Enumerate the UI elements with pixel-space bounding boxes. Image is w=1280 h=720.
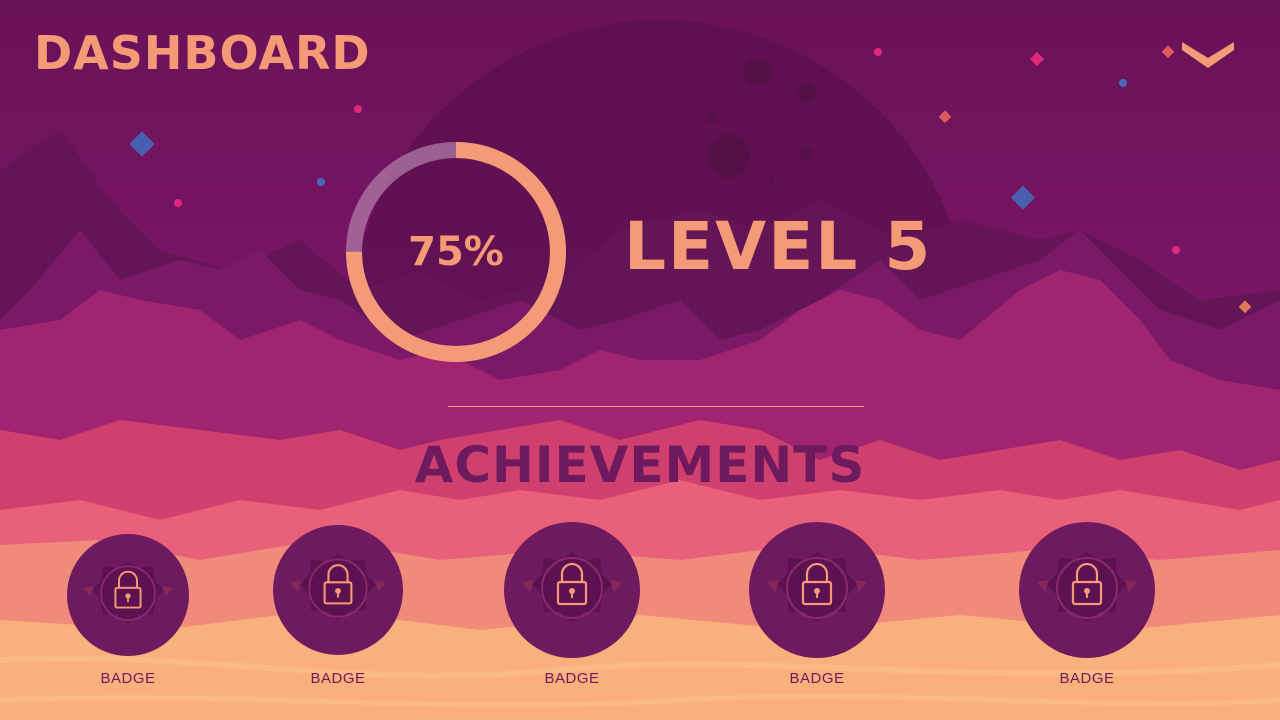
badge-label: BADGE xyxy=(100,670,156,687)
progress-percent: 75% xyxy=(408,229,504,275)
achievement-badge[interactable] xyxy=(1019,522,1155,658)
achievement-badge[interactable] xyxy=(273,525,403,655)
achievement-badge[interactable] xyxy=(67,534,189,656)
level-progress-ring: 75% xyxy=(340,136,572,368)
badge-label: BADGE xyxy=(310,670,366,687)
achievements-title: ACHIEVEMENTS xyxy=(414,436,866,494)
badge-label: BADGE xyxy=(789,670,845,687)
badge-label: BADGE xyxy=(544,670,600,687)
level-label: LEVEL 5 xyxy=(624,208,933,285)
page-title: DASHBOARD xyxy=(34,26,371,80)
achievement-badge[interactable] xyxy=(504,522,640,658)
menu-toggle-button[interactable] xyxy=(1178,36,1238,76)
achievement-badge[interactable] xyxy=(749,522,885,658)
badge-label: BADGE xyxy=(1059,670,1115,687)
divider xyxy=(448,406,864,407)
chevron-down-icon xyxy=(1182,42,1234,68)
